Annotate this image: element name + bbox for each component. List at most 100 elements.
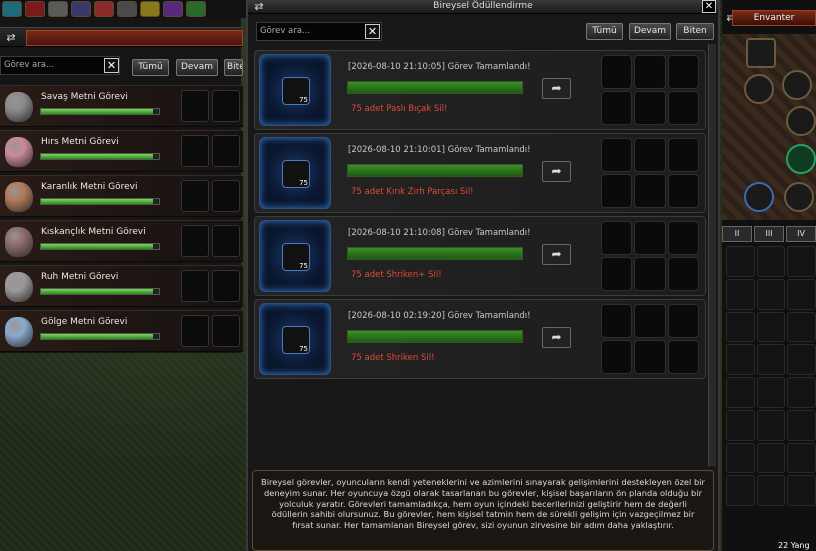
quest-row[interactable]: Hırs Metni Görevi — [0, 130, 243, 172]
reward-slot[interactable] — [212, 90, 240, 122]
inventory-slot[interactable] — [787, 409, 816, 441]
shield-slot[interactable] — [744, 182, 774, 212]
inventory-slot[interactable] — [756, 246, 786, 277]
quest-search-input[interactable]: Görev ara... — [0, 56, 120, 75]
quest-row[interactable]: Kıskançlık Metni Görevi — [0, 220, 243, 262]
sun-icon[interactable] — [140, 1, 160, 17]
helmet-slot[interactable] — [746, 38, 776, 68]
reward-slot[interactable] — [601, 340, 633, 374]
inventory-slot[interactable] — [726, 442, 755, 474]
inventory-slot[interactable] — [726, 475, 755, 506]
reward-slot[interactable] — [601, 138, 633, 172]
reward-slot[interactable] — [601, 221, 633, 255]
quest-row[interactable]: Savaş Metni Görevi — [0, 85, 243, 127]
reward-slot[interactable] — [667, 257, 699, 291]
filter-all-button[interactable]: Tümü — [132, 59, 169, 76]
reward-slot[interactable] — [667, 55, 699, 89]
reward-slot[interactable] — [634, 91, 666, 125]
filter-done-button[interactable]: Bite — [224, 59, 243, 76]
share-icon[interactable]: ➦ — [542, 161, 571, 182]
reward-slot[interactable] — [634, 55, 666, 89]
reward-slot[interactable] — [634, 340, 666, 374]
inventory-slot[interactable] — [787, 475, 816, 506]
necklace-slot[interactable] — [786, 106, 816, 136]
sword-icon[interactable] — [71, 1, 91, 17]
filter-ongoing-button[interactable]: Devam — [176, 59, 218, 76]
reward-slot[interactable] — [181, 315, 209, 347]
inventory-slot[interactable] — [726, 409, 755, 441]
filter-all-button[interactable]: Tümü — [586, 23, 623, 40]
reward-slot[interactable] — [181, 270, 209, 302]
reward-slot[interactable] — [634, 221, 666, 255]
inventory-slot[interactable] — [787, 278, 816, 310]
inventory-slot[interactable] — [756, 344, 786, 375]
armor-piece-icon[interactable]: 75 — [282, 160, 310, 188]
inventory-slot[interactable] — [756, 377, 786, 408]
reward-slot[interactable] — [601, 304, 633, 338]
reward-slot[interactable] — [634, 174, 666, 208]
dice-icon[interactable] — [117, 1, 137, 17]
shriken-icon[interactable]: 75 — [282, 326, 310, 354]
quest-row[interactable]: Gölge Metni Görevi — [0, 310, 243, 352]
inventory-tab[interactable]: III — [754, 226, 784, 242]
reward-slot[interactable] — [181, 135, 209, 167]
reward-slot[interactable] — [601, 55, 633, 89]
inventory-slot[interactable] — [726, 246, 755, 277]
close-icon[interactable] — [25, 1, 45, 17]
reward-slot[interactable] — [212, 270, 240, 302]
inventory-slot[interactable] — [787, 377, 816, 408]
reward-slot[interactable] — [601, 257, 633, 291]
quest-row[interactable]: Ruh Metni Görevi — [0, 265, 243, 307]
share-icon[interactable]: ➦ — [542, 327, 571, 348]
reward-slot[interactable] — [634, 138, 666, 172]
shield-icon[interactable] — [2, 1, 22, 17]
clear-search-button[interactable]: ✕ — [365, 24, 380, 39]
inventory-slot[interactable] — [756, 475, 786, 506]
swap-icon[interactable]: ⇄ — [2, 30, 20, 45]
scrollbar[interactable] — [708, 44, 716, 466]
reward-slot[interactable] — [212, 135, 240, 167]
leaf-icon[interactable] — [186, 1, 206, 17]
reward-slot[interactable] — [667, 304, 699, 338]
bracelet-slot[interactable] — [784, 182, 814, 212]
inventory-slot[interactable] — [726, 344, 755, 375]
inventory-tab[interactable]: IV — [786, 226, 816, 242]
inventory-slot[interactable] — [756, 311, 786, 343]
reward-slot[interactable] — [667, 174, 699, 208]
inventory-slot[interactable] — [787, 442, 816, 474]
clear-search-button[interactable]: ✕ — [104, 58, 119, 73]
reward-slot[interactable] — [601, 91, 633, 125]
close-button[interactable]: ✕ — [702, 0, 716, 13]
inventory-slot[interactable] — [726, 311, 755, 343]
orb-icon[interactable] — [163, 1, 183, 17]
filter-done-button[interactable]: Biten — [676, 23, 714, 40]
quest-row[interactable]: Karanlık Metni Görevi — [0, 175, 243, 217]
armor-slot[interactable] — [744, 74, 774, 104]
filter-ongoing-button[interactable]: Devam — [629, 23, 671, 40]
share-icon[interactable]: ➦ — [542, 78, 571, 99]
gear-icon[interactable] — [48, 1, 68, 17]
knife-icon[interactable]: 75 — [282, 77, 310, 105]
inventory-slot[interactable] — [756, 278, 786, 310]
gem-slot[interactable] — [786, 144, 816, 174]
reward-slot[interactable] — [667, 138, 699, 172]
reward-slot[interactable] — [601, 174, 633, 208]
earring-slot[interactable] — [782, 70, 812, 100]
inventory-slot[interactable] — [787, 311, 816, 343]
inventory-slot[interactable] — [787, 246, 816, 277]
reward-slot[interactable] — [667, 340, 699, 374]
reward-slot[interactable] — [212, 180, 240, 212]
inventory-slot[interactable] — [726, 377, 755, 408]
reward-slot[interactable] — [634, 304, 666, 338]
reward-slot[interactable] — [212, 315, 240, 347]
reward-slot[interactable] — [181, 180, 209, 212]
reward-slot[interactable] — [667, 91, 699, 125]
shriken-icon[interactable]: 75 — [282, 243, 310, 271]
reward-slot[interactable] — [212, 225, 240, 257]
inventory-slot[interactable] — [756, 409, 786, 441]
reward-slot[interactable] — [667, 221, 699, 255]
reward-slot[interactable] — [181, 225, 209, 257]
share-icon[interactable]: ➦ — [542, 244, 571, 265]
inventory-slot[interactable] — [726, 278, 755, 310]
inventory-slot[interactable] — [787, 344, 816, 375]
